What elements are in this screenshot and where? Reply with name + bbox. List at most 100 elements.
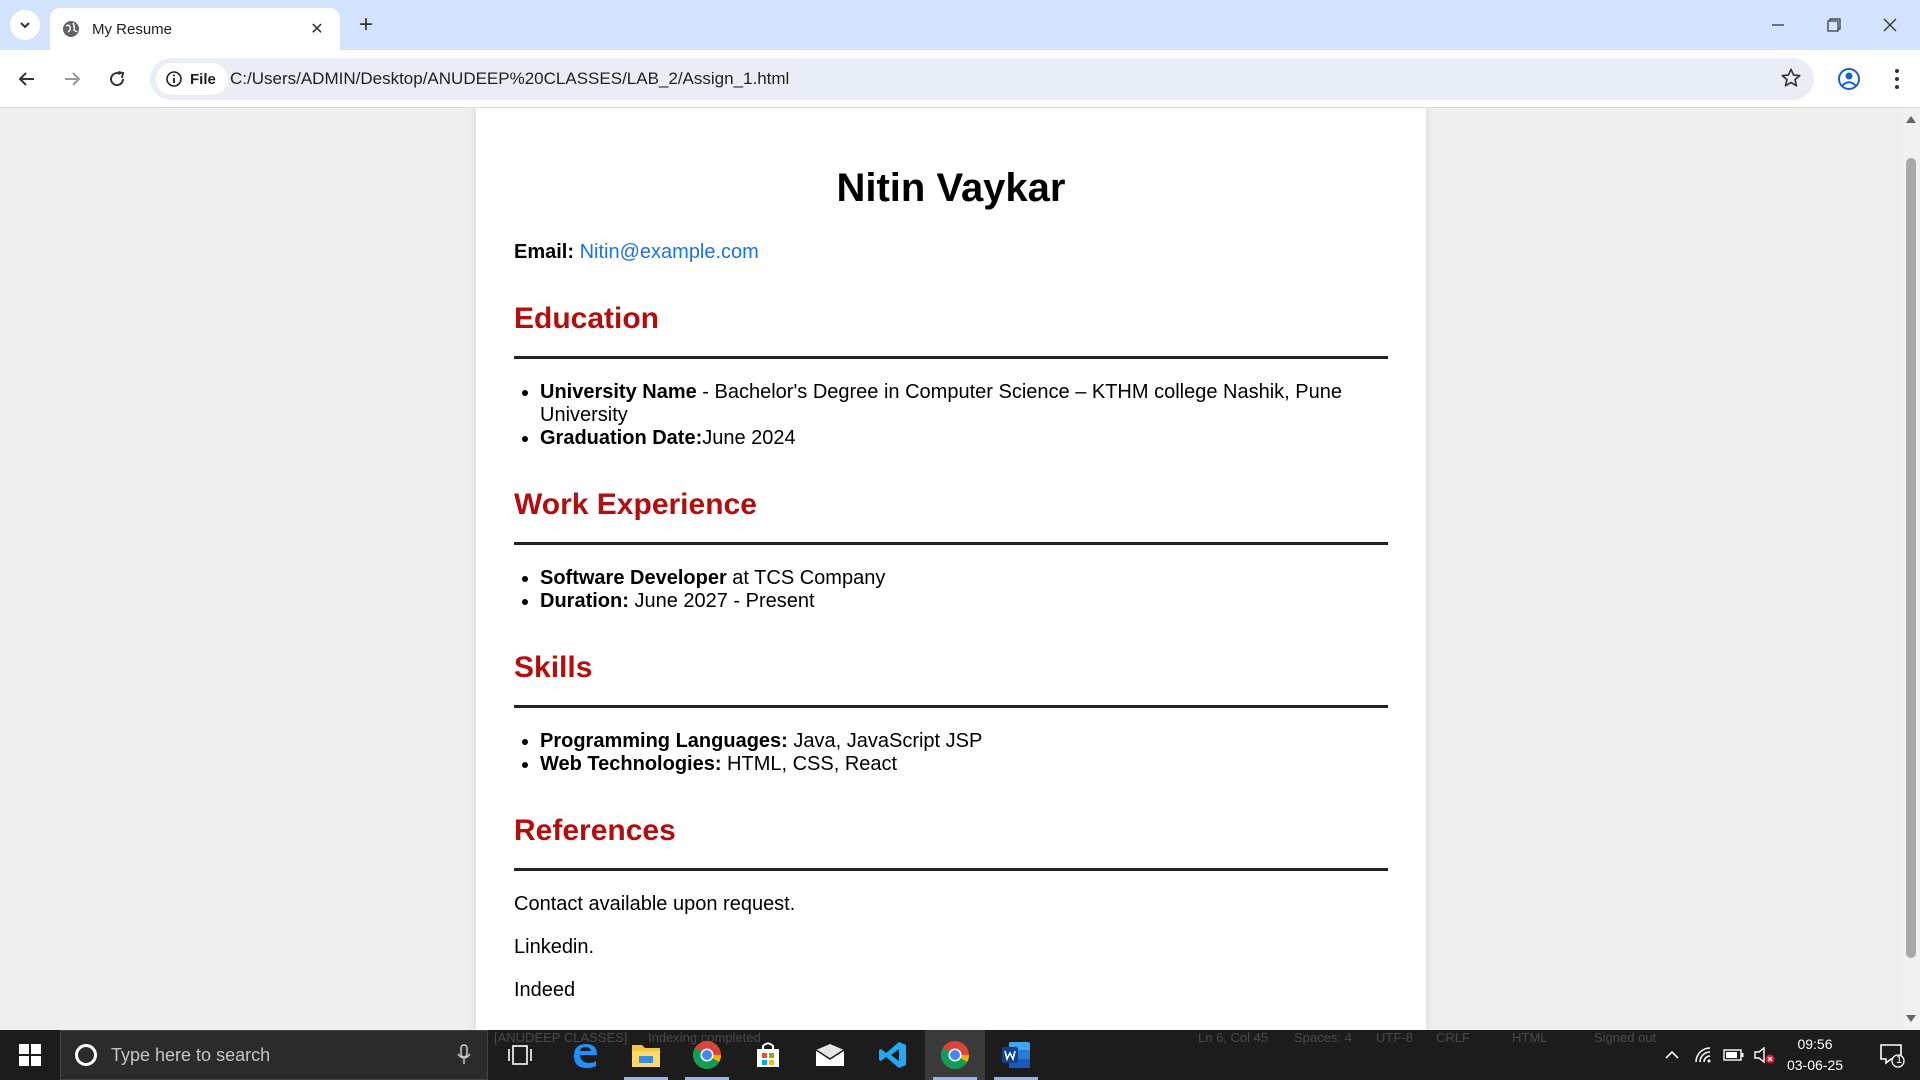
tab-list-icon xyxy=(20,22,30,29)
item-label: Web Technologies: xyxy=(540,753,722,775)
word-taskbar-button[interactable] xyxy=(986,1030,1046,1080)
scroll-up-arrow[interactable] xyxy=(1906,116,1916,123)
item-text: June 2024 xyxy=(702,427,796,449)
chrome-icon xyxy=(941,1041,969,1069)
bookmark-button[interactable] xyxy=(1780,67,1802,94)
browser-toolbar: File C:/Users/ADMIN/Desktop/ANUDEEP%20CL… xyxy=(0,50,1920,108)
mail-icon xyxy=(815,1044,845,1066)
status-cursor: Ln 6, Col 45 xyxy=(1198,1030,1269,1045)
chrome-icon xyxy=(693,1041,721,1069)
item-label: Programming Languages: xyxy=(540,730,788,752)
word-icon xyxy=(1002,1042,1030,1068)
item-text: June 2027 - Present xyxy=(628,590,815,612)
url-text[interactable]: C:/Users/ADMIN/Desktop/ANUDEEP%20CLASSES… xyxy=(230,69,789,89)
work-list: Software Developer at TCS Company Durati… xyxy=(514,567,1388,613)
profile-button[interactable] xyxy=(1832,62,1866,101)
close-window-button[interactable] xyxy=(1862,0,1918,50)
info-icon xyxy=(166,71,182,87)
task-view-button[interactable] xyxy=(490,1030,550,1080)
work-experience-heading: Work Experience xyxy=(514,488,757,521)
mic-button[interactable] xyxy=(449,1044,479,1066)
site-info-chip[interactable]: File xyxy=(156,63,228,95)
clock-time: 09:56 xyxy=(1797,1036,1833,1052)
tab-strip: My Resume ✕ + xyxy=(0,0,1920,50)
address-bar[interactable]: File C:/Users/ADMIN/Desktop/ANUDEEP%20CL… xyxy=(150,58,1814,100)
system-clock[interactable]: 09:56 03-06-25 xyxy=(1770,1034,1860,1076)
divider xyxy=(514,356,1388,359)
menu-button[interactable] xyxy=(1880,62,1914,101)
list-item: Software Developer at TCS Company xyxy=(540,567,1388,590)
edge-taskbar-button[interactable] xyxy=(555,1030,615,1080)
mail-taskbar-button[interactable] xyxy=(800,1030,860,1080)
start-button[interactable] xyxy=(0,1030,60,1080)
network-button[interactable] xyxy=(1690,1030,1718,1080)
minimize-button[interactable] xyxy=(1750,0,1806,50)
profile-icon xyxy=(1838,68,1860,90)
reference-line: Indeed xyxy=(514,979,576,1001)
clock-date: 03-06-25 xyxy=(1786,1057,1844,1073)
scroll-down-arrow[interactable] xyxy=(1906,1015,1916,1022)
item-label: Graduation Date: xyxy=(540,427,703,449)
menu-icon xyxy=(1895,69,1899,89)
item-text: HTML, CSS, React xyxy=(721,753,898,775)
scrollbar-thumb[interactable] xyxy=(1906,158,1916,958)
reload-button[interactable] xyxy=(100,62,134,96)
item-label: Duration: xyxy=(540,590,629,612)
divider xyxy=(514,542,1388,545)
tray-overflow-button[interactable] xyxy=(1660,1030,1684,1080)
tab-close-button[interactable]: ✕ xyxy=(306,18,328,40)
tab-title: My Resume xyxy=(92,20,173,38)
vscode-taskbar-button[interactable] xyxy=(863,1030,923,1080)
forward-button[interactable] xyxy=(55,62,89,96)
restore-button[interactable] xyxy=(1806,0,1862,50)
chevron-up-icon xyxy=(1665,1050,1679,1059)
store-taskbar-button[interactable] xyxy=(738,1030,798,1080)
vertical-scrollbar[interactable] xyxy=(1902,108,1920,1030)
back-button[interactable] xyxy=(10,62,44,96)
item-text: Java, JavaScript JSP xyxy=(787,730,983,752)
divider xyxy=(514,868,1388,871)
edge-icon xyxy=(574,1044,597,1068)
page-title: Nitin Vaykar xyxy=(836,166,1066,210)
references-heading: References xyxy=(514,814,676,847)
tab-my-resume[interactable]: My Resume ✕ xyxy=(50,8,340,50)
page-viewport: Nitin Vaykar Email: Nitin@example.com Ed… xyxy=(0,108,1902,1030)
wifi-icon xyxy=(1695,1047,1711,1063)
minimize-icon xyxy=(1772,24,1784,26)
skills-list: Programming Languages: Java, JavaScript … xyxy=(514,730,1388,776)
tab-list-button[interactable] xyxy=(10,10,40,40)
chrome-active-taskbar-button[interactable] xyxy=(925,1030,985,1080)
windows-icon xyxy=(19,1044,41,1066)
item-label: University Name xyxy=(540,381,697,403)
item-text: at TCS Company xyxy=(726,567,886,589)
star-icon xyxy=(1781,68,1801,87)
new-tab-button[interactable]: + xyxy=(351,10,381,40)
status-encoding: UTF-8 xyxy=(1376,1030,1413,1045)
chrome-taskbar-button[interactable] xyxy=(677,1030,737,1080)
email-line: Email: Nitin@example.com xyxy=(514,241,1388,264)
email-link[interactable]: Nitin@example.com xyxy=(580,241,759,263)
email-label: Email: xyxy=(514,241,575,263)
vscode-icon xyxy=(879,1042,906,1068)
battery-button[interactable] xyxy=(1720,1030,1748,1080)
notification-count: 1 xyxy=(1895,1054,1903,1066)
taskbar-search[interactable]: Type here to search xyxy=(60,1030,488,1080)
chip-label: File xyxy=(190,70,216,88)
mic-icon xyxy=(457,1044,471,1064)
close-icon xyxy=(1883,18,1897,32)
list-item: University Name - Bachelor's Degree in C… xyxy=(540,381,1388,427)
resume-card: Nitin Vaykar Email: Nitin@example.com Ed… xyxy=(476,108,1426,1030)
file-explorer-taskbar-button[interactable] xyxy=(616,1030,676,1080)
close-icon: ✕ xyxy=(310,21,324,38)
action-center-button[interactable]: 1 xyxy=(1864,1030,1920,1080)
plus-icon: + xyxy=(358,11,373,38)
forward-icon xyxy=(65,72,81,86)
back-icon xyxy=(18,72,34,86)
status-spaces: Spaces: 4 xyxy=(1294,1030,1352,1045)
battery-icon xyxy=(1723,1049,1744,1061)
reload-icon xyxy=(110,71,125,87)
globe-icon xyxy=(63,21,79,37)
search-placeholder: Type here to search xyxy=(111,1044,271,1065)
search-icon xyxy=(75,1044,97,1066)
skills-heading: Skills xyxy=(514,651,593,684)
